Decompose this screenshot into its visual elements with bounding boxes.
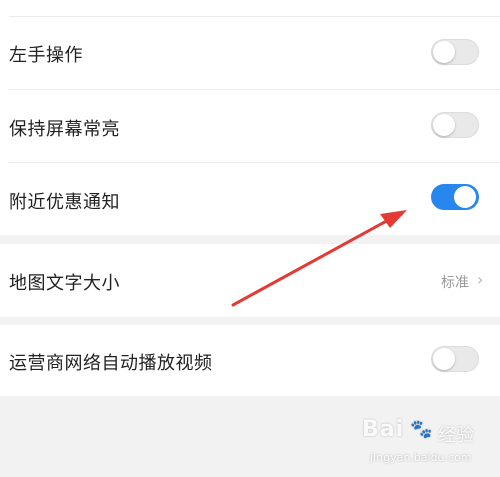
toggle-knob <box>433 41 455 63</box>
setting-row-nearby-deals[interactable]: 附近优惠通知 <box>0 163 500 235</box>
toggle-knob <box>454 186 476 208</box>
keep-screen-on-toggle[interactable] <box>431 112 479 138</box>
setting-row-keep-screen-on[interactable]: 保持屏幕常亮 <box>0 90 500 162</box>
setting-label-carrier-autoplay: 运营商网络自动播放视频 <box>9 353 213 374</box>
baidu-jingyan-watermark: Bai 🐾 经验 jingyan.baidu.com <box>360 415 490 469</box>
baidu-paw-icon: 🐾 <box>410 419 433 440</box>
watermark-product: 经验 <box>438 425 474 446</box>
nearby-deals-toggle[interactable] <box>431 184 479 210</box>
setting-row-left-hand[interactable]: 左手操作 <box>0 17 500 89</box>
toggle-knob <box>433 348 455 370</box>
settings-section-general: 左手操作 保持屏幕常亮 附近优惠通知 <box>0 0 500 235</box>
setting-label-left-hand: 左手操作 <box>9 45 83 66</box>
setting-label-map-text-size: 地图文字大小 <box>9 273 120 294</box>
setting-row-map-text-size[interactable]: 地图文字大小 标准 › <box>0 244 500 317</box>
setting-label-keep-screen-on: 保持屏幕常亮 <box>9 119 120 140</box>
map-text-size-value: 标准 <box>441 275 469 291</box>
setting-row-carrier-autoplay[interactable]: 运营商网络自动播放视频 <box>0 325 500 396</box>
setting-label-nearby-deals: 附近优惠通知 <box>9 192 120 213</box>
left-hand-toggle[interactable] <box>431 39 479 65</box>
watermark-brand: Bai <box>362 417 405 442</box>
chevron-right-icon: › <box>477 270 484 289</box>
watermark-url: jingyan.baidu.com <box>370 451 472 464</box>
carrier-autoplay-toggle[interactable] <box>431 346 479 372</box>
toggle-knob <box>433 114 455 136</box>
